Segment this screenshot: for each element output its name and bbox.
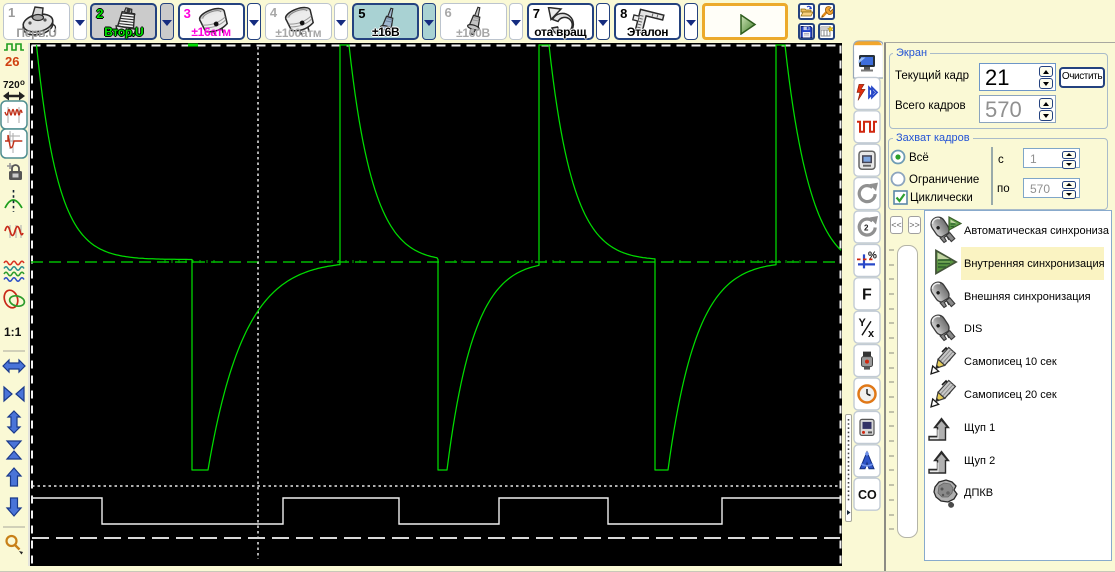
svg-text:Y: Y: [859, 317, 867, 329]
svg-text:720: 720: [3, 80, 20, 91]
svg-text:F: F: [862, 286, 872, 303]
svg-text:CO: CO: [858, 488, 877, 502]
svg-text:26: 26: [5, 54, 19, 69]
svg-text:x: x: [868, 328, 875, 340]
svg-text:o: o: [20, 78, 25, 87]
svg-text:%: %: [868, 250, 877, 261]
svg-text:1:1: 1:1: [4, 325, 22, 339]
svg-text:2: 2: [864, 224, 869, 233]
